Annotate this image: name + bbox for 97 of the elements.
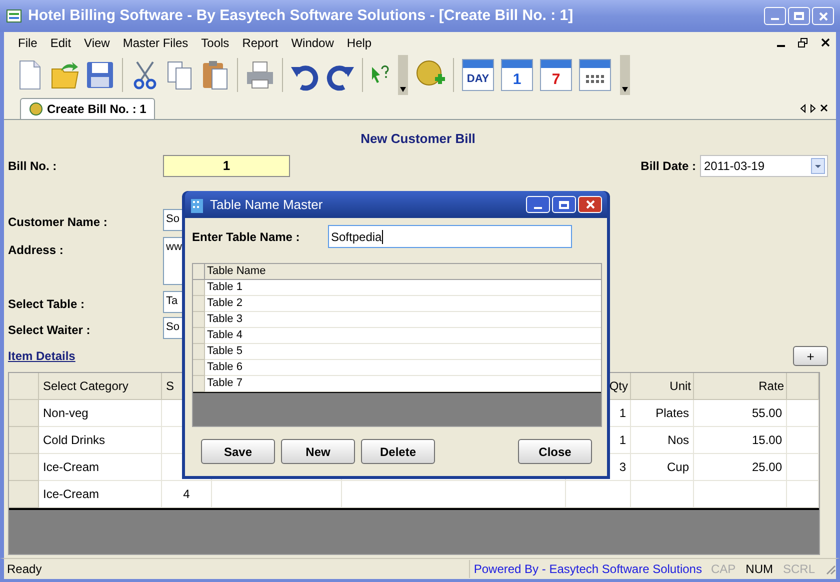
table-cell	[787, 454, 819, 481]
add-item-button[interactable]: +	[793, 346, 828, 366]
coin-icon	[29, 102, 43, 116]
dialog-title: Table Name Master	[210, 196, 324, 214]
mdi-minimize-icon[interactable]	[777, 44, 785, 46]
row-header	[9, 427, 39, 454]
table-cell: Ice-Cream	[39, 454, 162, 481]
calendar-icon[interactable]	[579, 59, 611, 91]
dialog-button[interactable]: Delete	[361, 439, 435, 464]
column-header: Select Category	[39, 373, 162, 400]
toolbar-overflow-button[interactable]	[620, 55, 630, 95]
building-icon	[190, 196, 204, 212]
minimize-button[interactable]	[764, 7, 786, 25]
minimize-button[interactable]	[526, 196, 550, 213]
scroll-right-icon[interactable]	[810, 104, 816, 113]
field-label: Address :	[8, 242, 64, 259]
status-text: Ready	[7, 561, 43, 578]
app-icon	[6, 8, 22, 24]
dialog-button[interactable]: Save	[201, 439, 275, 464]
printer-icon[interactable]	[244, 59, 276, 91]
menu-item[interactable]: Master Files	[122, 34, 188, 52]
resize-grip-icon[interactable]	[824, 563, 836, 575]
close-button[interactable]	[812, 7, 834, 25]
table-cell	[787, 427, 819, 454]
toolbar-overflow-button[interactable]	[398, 55, 408, 95]
menu-item[interactable]: File	[18, 34, 38, 52]
dialog-button[interactable]: Close	[518, 439, 592, 464]
table-cell: 15.00	[694, 427, 787, 454]
menu-item[interactable]: Window	[291, 34, 334, 52]
window-title: Hotel Billing Software - By Easytech Software Solutions - [Create Bill No. : 1]	[28, 6, 574, 26]
mdi-close-icon[interactable]	[821, 38, 830, 47]
help-pointer-icon[interactable]	[369, 64, 391, 86]
table-cell	[631, 481, 694, 508]
menu-item[interactable]: Edit	[50, 34, 72, 52]
mdi-restore-icon[interactable]	[798, 38, 808, 48]
table-cell: Cold Drinks	[39, 427, 162, 454]
table-row[interactable]: Table 6	[205, 360, 601, 376]
folder-icon[interactable]	[49, 59, 81, 91]
field-label: Customer Name :	[8, 214, 108, 231]
table-row[interactable]: Table 5	[205, 344, 601, 360]
dropdown-icon	[811, 158, 825, 174]
calendar-icon[interactable]: 1	[501, 59, 533, 91]
maximize-button[interactable]	[552, 196, 576, 213]
dropdown-arrow-icon	[400, 87, 406, 92]
field-label: Bill No. :	[8, 158, 58, 175]
item-details-link[interactable]: Item Details	[8, 347, 76, 365]
menu-item[interactable]: Tools	[201, 34, 230, 52]
dropdown-arrow-icon	[622, 87, 628, 92]
field-label: Bill Date :	[640, 158, 696, 175]
row-header	[9, 400, 39, 427]
table-cell: Nos	[631, 427, 694, 454]
table-cell: 25.00	[694, 454, 787, 481]
table-row[interactable]: Table 1	[205, 280, 601, 296]
column-header: Rate	[694, 373, 787, 400]
close-tab-icon[interactable]	[820, 104, 828, 112]
maximize-button[interactable]	[788, 7, 810, 25]
powered-by-text: Powered By - Easytech Software Solutions	[468, 560, 706, 578]
table-cell: Ice-Cream	[39, 481, 162, 508]
table-cell: Non-veg	[39, 400, 162, 427]
table-row[interactable]: Table 4	[205, 328, 601, 344]
key-indicator: NUM	[744, 561, 774, 578]
menu-item[interactable]: Help	[346, 34, 372, 52]
table-cell	[566, 481, 631, 508]
table-cell: 55.00	[694, 400, 787, 427]
table-cell	[787, 481, 819, 508]
field-label: Select Table :	[8, 296, 86, 313]
document-tab[interactable]: Create Bill No. : 1	[20, 98, 156, 119]
close-icon	[818, 12, 828, 20]
table-cell: Cup	[631, 454, 694, 481]
row-header	[9, 454, 39, 481]
key-indicator: SCRL	[782, 561, 816, 578]
close-icon	[586, 200, 594, 209]
table-row[interactable]: Table 3	[205, 312, 601, 328]
calendar-icon[interactable]: 7	[540, 59, 572, 91]
table-cell: Plates	[631, 400, 694, 427]
table-name-field[interactable]: Softpedia	[328, 225, 572, 248]
table-row[interactable]: Table 7	[205, 376, 601, 392]
table-cell: 4	[162, 481, 212, 508]
dialog-button[interactable]: New	[281, 439, 355, 464]
column-header	[787, 373, 819, 400]
row-header	[9, 481, 39, 508]
table-cell	[787, 400, 819, 427]
column-header: Unit	[631, 373, 694, 400]
column-header: Table Name	[205, 264, 601, 280]
form-heading: New Customer Bill	[360, 131, 476, 147]
table-row[interactable]: Table 2	[205, 296, 601, 312]
field-label: Select Waiter :	[8, 322, 92, 339]
calendar-icon[interactable]: DAY	[462, 59, 494, 91]
scroll-left-icon[interactable]	[800, 104, 806, 113]
row-header	[9, 373, 39, 400]
key-indicator: CAP	[710, 561, 737, 578]
date-picker[interactable]: 2011-03-19	[700, 155, 828, 177]
bill-number-field[interactable]: 1	[163, 155, 290, 177]
menu-item[interactable]: Report	[242, 34, 278, 52]
close-button[interactable]	[578, 196, 602, 213]
menu-item[interactable]: View	[84, 34, 110, 52]
field-label: Enter Table Name :	[192, 228, 301, 246]
